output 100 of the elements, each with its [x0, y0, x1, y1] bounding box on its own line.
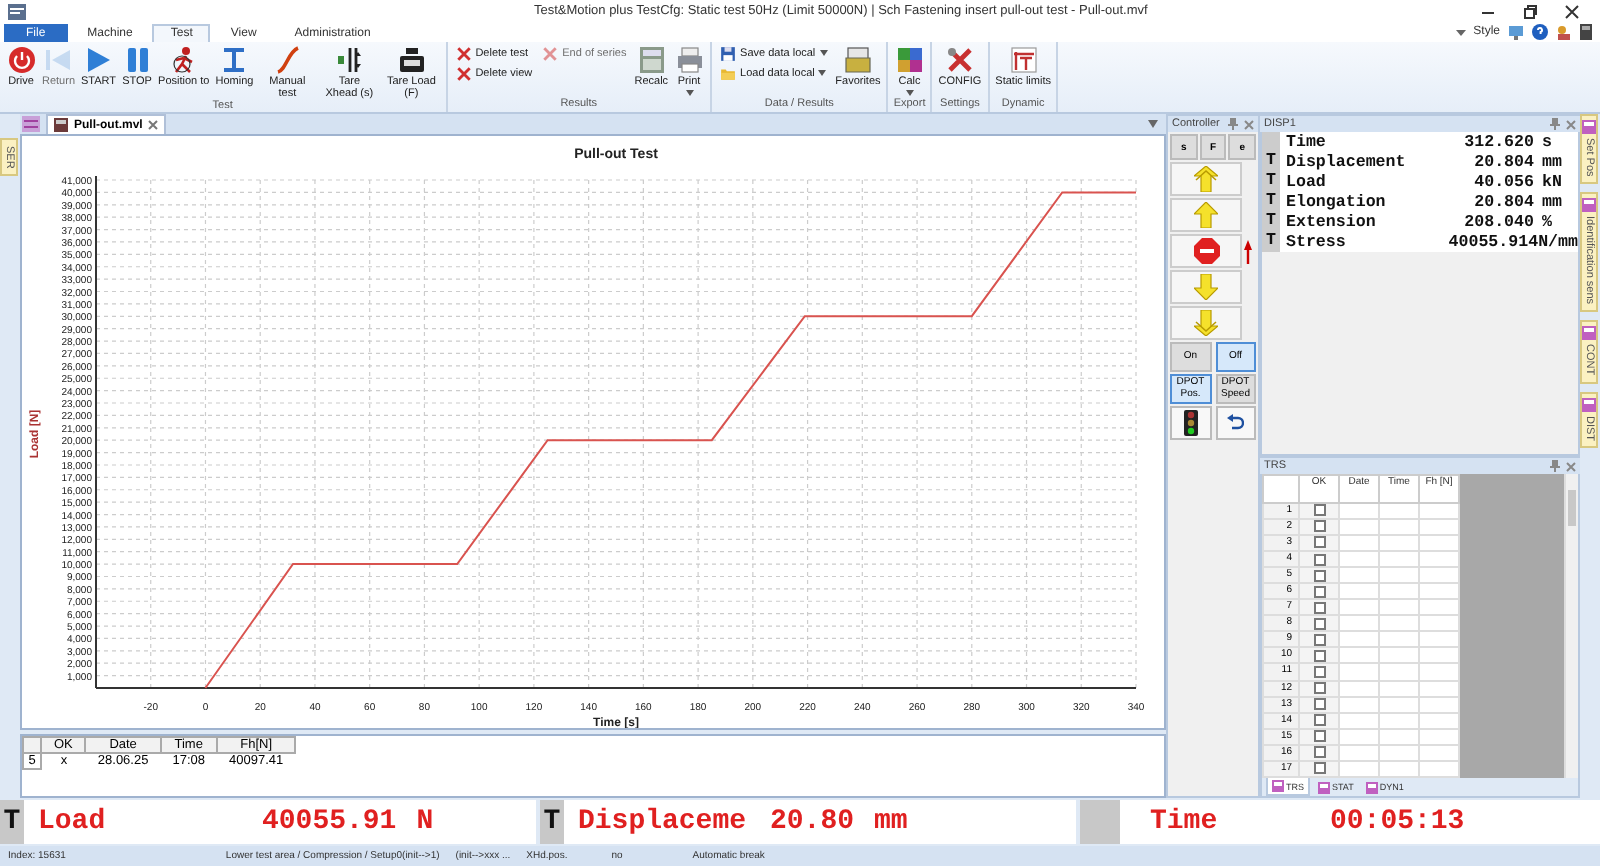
readout-label: Load — [1286, 173, 1328, 191]
marker-cell — [1262, 132, 1280, 152]
power-icon — [7, 46, 35, 74]
checkbox[interactable] — [1313, 617, 1325, 630]
panel-icon — [1582, 397, 1596, 412]
checkbox[interactable] — [1313, 569, 1325, 582]
pin-icon[interactable] — [1228, 118, 1238, 130]
traffic-light-icon — [1181, 410, 1200, 436]
tare-mark: T — [1262, 212, 1280, 232]
checkbox[interactable] — [1313, 504, 1325, 517]
checkbox[interactable] — [1313, 730, 1325, 743]
tare-icon — [335, 46, 364, 74]
panel-icon — [1365, 781, 1378, 793]
readout-label: Stress — [1286, 233, 1348, 251]
checkbox[interactable] — [1313, 762, 1325, 775]
calculator-icon — [637, 46, 666, 74]
readout-value: 208.040 — [1462, 213, 1534, 231]
readout-unit: mm — [1542, 153, 1564, 171]
undo-icon — [1226, 414, 1245, 432]
skip-back-icon — [44, 46, 73, 74]
cross-icon — [542, 45, 559, 61]
tare-mark: T — [1262, 172, 1280, 192]
play-icon — [84, 46, 113, 74]
display-label: Load — [38, 806, 108, 838]
down-arrow-icon — [1194, 274, 1218, 300]
floppy-icon — [720, 45, 737, 61]
checkbox[interactable] — [1313, 520, 1325, 533]
checkbox[interactable] — [1313, 601, 1325, 614]
display-unit: N — [416, 806, 434, 838]
checkbox[interactable] — [1313, 665, 1325, 678]
weight-icon — [397, 46, 426, 74]
stop-sign-icon — [1193, 238, 1219, 264]
readout-label: Elongation — [1286, 193, 1388, 211]
close-icon[interactable] — [1564, 3, 1580, 19]
cross-icon — [455, 65, 472, 81]
up-arrow-icon — [1194, 202, 1218, 228]
readout-unit: s — [1542, 133, 1554, 151]
position-marker-icon — [1244, 239, 1252, 263]
readout-label: Time — [1286, 133, 1328, 151]
window-list-icon[interactable] — [22, 116, 40, 132]
graph-icon — [1009, 46, 1038, 74]
double-up-arrow-icon — [1194, 166, 1218, 192]
folders-icon — [843, 46, 872, 74]
restore-icon[interactable] — [1522, 3, 1538, 19]
readout-value: 312.620 — [1462, 133, 1534, 151]
users-icon[interactable] — [1556, 24, 1572, 40]
double-down-arrow-icon — [1194, 310, 1218, 336]
undo-button[interactable] — [1215, 406, 1256, 440]
readout-value: 20.804 — [1472, 153, 1534, 171]
folder-icon — [720, 65, 737, 81]
monitor-icon[interactable] — [1508, 24, 1524, 40]
tare-mark: T — [0, 800, 24, 844]
caret-icon[interactable] — [1148, 120, 1158, 128]
device-icon[interactable] — [1580, 24, 1592, 40]
panel-icon — [1272, 780, 1284, 792]
i-beam-icon — [220, 46, 249, 74]
spreadsheet-icon — [895, 46, 924, 74]
checkbox[interactable] — [1313, 649, 1325, 662]
panel-icon — [1318, 781, 1330, 793]
readout-value: 20.804 — [1472, 193, 1534, 211]
curve-icon — [273, 46, 302, 74]
readout-unit: % — [1542, 213, 1554, 231]
tare-mark: T — [540, 800, 564, 844]
display-label: Displaceme — [578, 806, 749, 838]
tools-icon — [945, 46, 974, 74]
tare-mark: T — [1262, 152, 1280, 172]
readout-label: Extension — [1286, 213, 1378, 231]
display-value: 20.80 — [770, 806, 855, 838]
pin-icon[interactable] — [1550, 460, 1560, 472]
display-unit: mm — [874, 806, 908, 838]
jog-button[interactable] — [1170, 234, 1242, 268]
tare-mark: T — [1262, 192, 1280, 212]
pause-icon — [123, 46, 152, 74]
marker-cell — [1080, 800, 1120, 844]
figure-icon — [169, 46, 198, 74]
tare-mark: T — [1262, 232, 1280, 252]
readout-value: 40055.914N/mm — [1446, 233, 1578, 251]
cross-icon — [455, 45, 472, 61]
readout-unit: kN — [1542, 173, 1564, 191]
panel-icon — [1582, 326, 1596, 341]
readout-label: Displacement — [1286, 153, 1408, 171]
checkbox[interactable] — [1313, 585, 1325, 598]
caret-icon[interactable] — [1455, 27, 1466, 37]
printer-icon — [675, 46, 704, 74]
display-value: 40055.91 — [262, 806, 397, 838]
panel-icon — [1582, 198, 1596, 213]
panel-icon — [1582, 120, 1596, 134]
readout-unit: mm — [1542, 193, 1564, 211]
readout-value: 40.056 — [1472, 173, 1534, 191]
document-icon — [54, 118, 68, 132]
traffic-light-button[interactable] — [1170, 406, 1211, 440]
checkbox[interactable] — [1313, 746, 1325, 759]
pin-icon[interactable] — [1550, 118, 1560, 130]
scrollbar[interactable] — [1564, 474, 1578, 778]
checkbox[interactable] — [1313, 633, 1325, 646]
display-label: Time — [1150, 806, 1220, 838]
display-value: 00:05:13 — [1330, 806, 1465, 838]
help-icon[interactable] — [1532, 24, 1548, 40]
checkbox[interactable] — [1313, 553, 1325, 565]
checkbox[interactable] — [1313, 536, 1325, 549]
